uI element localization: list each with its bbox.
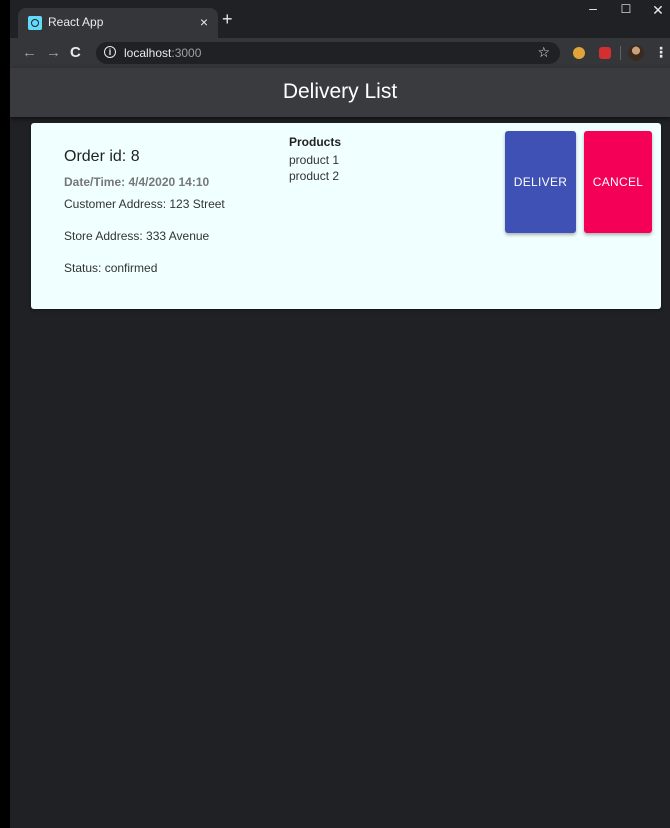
order-status: Status: confirmed: [64, 261, 158, 275]
deliver-button[interactable]: DELIVER: [505, 131, 576, 233]
back-arrow-icon[interactable]: ←: [22, 44, 37, 62]
app-header: Delivery List: [10, 68, 670, 117]
info-icon[interactable]: i: [104, 46, 116, 58]
products-list: Products product 1 product 2: [289, 135, 341, 184]
close-tab-icon[interactable]: ×: [200, 14, 208, 30]
browser-tab[interactable]: React App ×: [18, 8, 218, 38]
address-bar[interactable]: i localhost:3000 ☆: [96, 42, 560, 64]
forward-arrow-icon[interactable]: →: [46, 44, 61, 62]
tab-title: React App: [48, 15, 104, 29]
minimize-icon[interactable]: –: [575, 0, 611, 16]
order-datetime: Date/Time: 4/4/2020 14:10: [64, 175, 210, 189]
close-window-icon[interactable]: ✕: [640, 2, 670, 19]
reload-icon[interactable]: C: [70, 44, 81, 62]
list-item: product 2: [289, 169, 340, 183]
customer-address: Customer Address: 123 Street: [64, 197, 225, 211]
url-port: :3000: [171, 46, 202, 60]
products-heading: Products: [289, 135, 342, 149]
url-text: localhost:3000: [124, 46, 201, 60]
browser-window: React App × + – ☐ ✕ ← → C i localhost:30…: [10, 0, 670, 828]
star-icon[interactable]: ☆: [537, 44, 550, 61]
order-id: Order id: 8: [64, 148, 140, 165]
new-tab-button[interactable]: +: [222, 10, 233, 28]
adblock-extension-icon[interactable]: [599, 47, 611, 59]
list-item: product 1: [289, 153, 340, 167]
react-icon: [28, 16, 42, 30]
extension-icon[interactable]: [573, 47, 585, 59]
url-host: localhost: [124, 46, 172, 60]
store-address: Store Address: 333 Avenue: [64, 229, 210, 243]
page-title: Delivery List: [282, 80, 398, 103]
order-card: Order id: 8 Date/Time: 4/4/2020 14:10 Cu…: [31, 123, 661, 309]
profile-avatar-icon[interactable]: [628, 45, 644, 61]
tab-strip: React App × + – ☐ ✕: [10, 0, 670, 38]
toolbar-divider: [620, 46, 621, 60]
browser-toolbar: ← → C i localhost:3000 ☆ ⋮: [10, 38, 670, 68]
maximize-icon[interactable]: ☐: [608, 2, 644, 16]
kebab-menu-icon[interactable]: ⋮: [654, 44, 668, 61]
cancel-button[interactable]: CANCEL: [584, 131, 652, 233]
